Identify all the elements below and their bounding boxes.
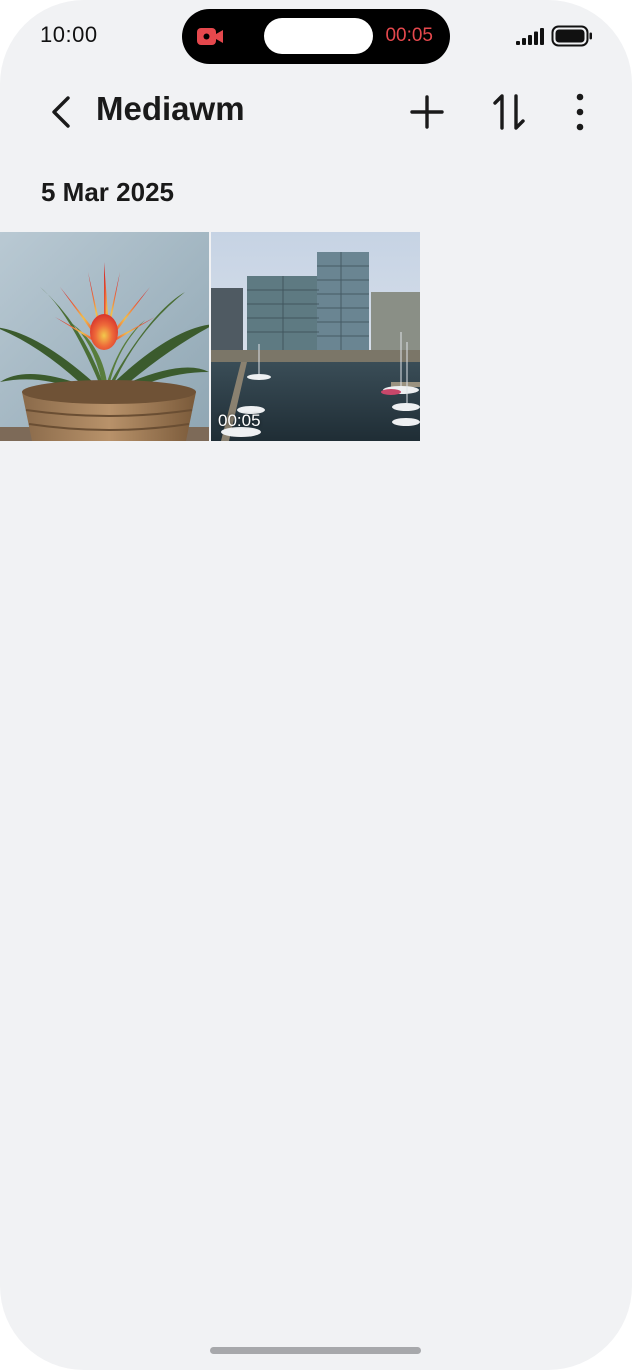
add-button[interactable] bbox=[404, 88, 450, 136]
island-pill bbox=[264, 18, 373, 54]
video-thumbnail[interactable]: 00:05 bbox=[211, 232, 420, 441]
recording-timer: 00:05 bbox=[385, 25, 433, 46]
plus-icon bbox=[410, 95, 444, 129]
video-duration: 00:05 bbox=[218, 411, 261, 430]
sort-arrows-icon bbox=[493, 94, 525, 130]
section-date-header: 5 Mar 2025 bbox=[41, 177, 174, 207]
signal-icon bbox=[516, 28, 544, 45]
home-indicator[interactable] bbox=[210, 1347, 421, 1354]
harbor-video-image bbox=[211, 232, 420, 441]
chevron-left-icon bbox=[52, 96, 70, 128]
video-record-icon bbox=[197, 28, 223, 45]
dynamic-island[interactable]: 00:05 bbox=[182, 9, 450, 64]
more-vertical-icon bbox=[576, 93, 584, 131]
plant-photo-image bbox=[0, 232, 209, 441]
sort-button[interactable] bbox=[486, 88, 532, 136]
page-title: Mediawm bbox=[96, 90, 245, 127]
more-options-button[interactable] bbox=[560, 88, 600, 136]
phone-screen: 10:00 00:05 Mediawm 5 Mar 2025 00:05 bbox=[0, 0, 632, 1370]
status-time: 10:00 bbox=[40, 22, 98, 47]
battery-icon bbox=[551, 25, 592, 47]
photo-thumbnail[interactable] bbox=[0, 232, 209, 441]
back-button[interactable] bbox=[40, 88, 84, 136]
